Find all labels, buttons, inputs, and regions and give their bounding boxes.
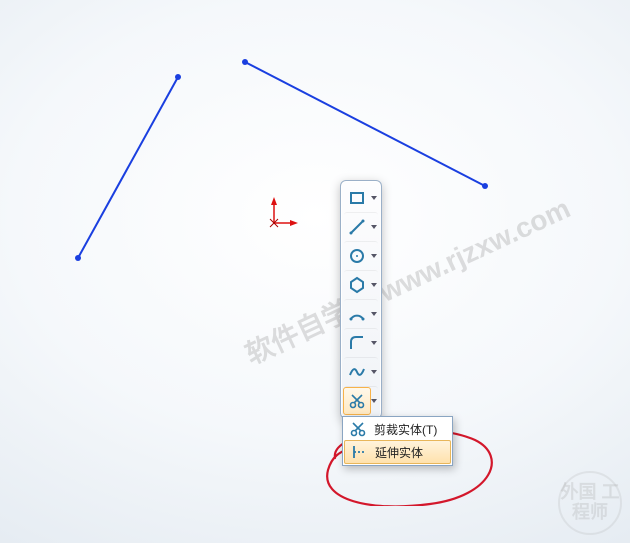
sketch-line-2[interactable]	[245, 62, 485, 186]
extend-entities-item[interactable]: 延伸实体	[344, 440, 451, 464]
circle-tool[interactable]	[344, 241, 378, 270]
sketch-toolbar	[340, 180, 382, 419]
dropdown-caret-icon[interactable]	[370, 214, 378, 240]
spline-icon	[344, 359, 370, 385]
polygon-icon	[344, 272, 370, 298]
sketch-line-1[interactable]	[78, 77, 178, 258]
dropdown-caret-icon[interactable]	[370, 272, 378, 298]
dropdown-caret-icon[interactable]	[370, 359, 378, 385]
extend-icon	[349, 442, 369, 462]
dropdown-caret-icon[interactable]	[370, 185, 378, 211]
circle-icon	[344, 243, 370, 269]
scissors-icon	[348, 419, 368, 439]
fillet-tool[interactable]	[344, 328, 378, 357]
polygon-tool[interactable]	[344, 270, 378, 299]
line-tool[interactable]	[344, 212, 378, 241]
spline-tool[interactable]	[344, 357, 378, 386]
trim-tool[interactable]	[344, 386, 378, 415]
cad-viewport[interactable]: 软件自学网 www.rjzxw.com 外国 工程师	[0, 0, 630, 543]
sketch-endpoint[interactable]	[75, 255, 81, 261]
trim-entities-label: 剪裁实体(T)	[374, 421, 437, 438]
dropdown-caret-icon[interactable]	[370, 301, 378, 327]
dropdown-caret-icon[interactable]	[370, 388, 378, 414]
arc-icon	[344, 301, 370, 327]
sketch-endpoint[interactable]	[175, 74, 181, 80]
line-icon	[344, 214, 370, 240]
rectangle-tool[interactable]	[344, 184, 378, 212]
sketch-endpoint[interactable]	[242, 59, 248, 65]
trim-entities-item[interactable]: 剪裁实体(T)	[344, 418, 451, 440]
dropdown-caret-icon[interactable]	[370, 243, 378, 269]
rectangle-icon	[344, 185, 370, 211]
sketch-endpoint[interactable]	[482, 183, 488, 189]
trim-icon	[344, 388, 370, 414]
origin-marker	[260, 195, 300, 235]
fillet-icon	[344, 330, 370, 356]
arc-tool[interactable]	[344, 299, 378, 328]
trim-flyout-menu: 剪裁实体(T) 延伸实体	[342, 416, 453, 466]
dropdown-caret-icon[interactable]	[370, 330, 378, 356]
sketch-canvas	[0, 0, 630, 543]
extend-entities-label: 延伸实体	[375, 444, 423, 461]
